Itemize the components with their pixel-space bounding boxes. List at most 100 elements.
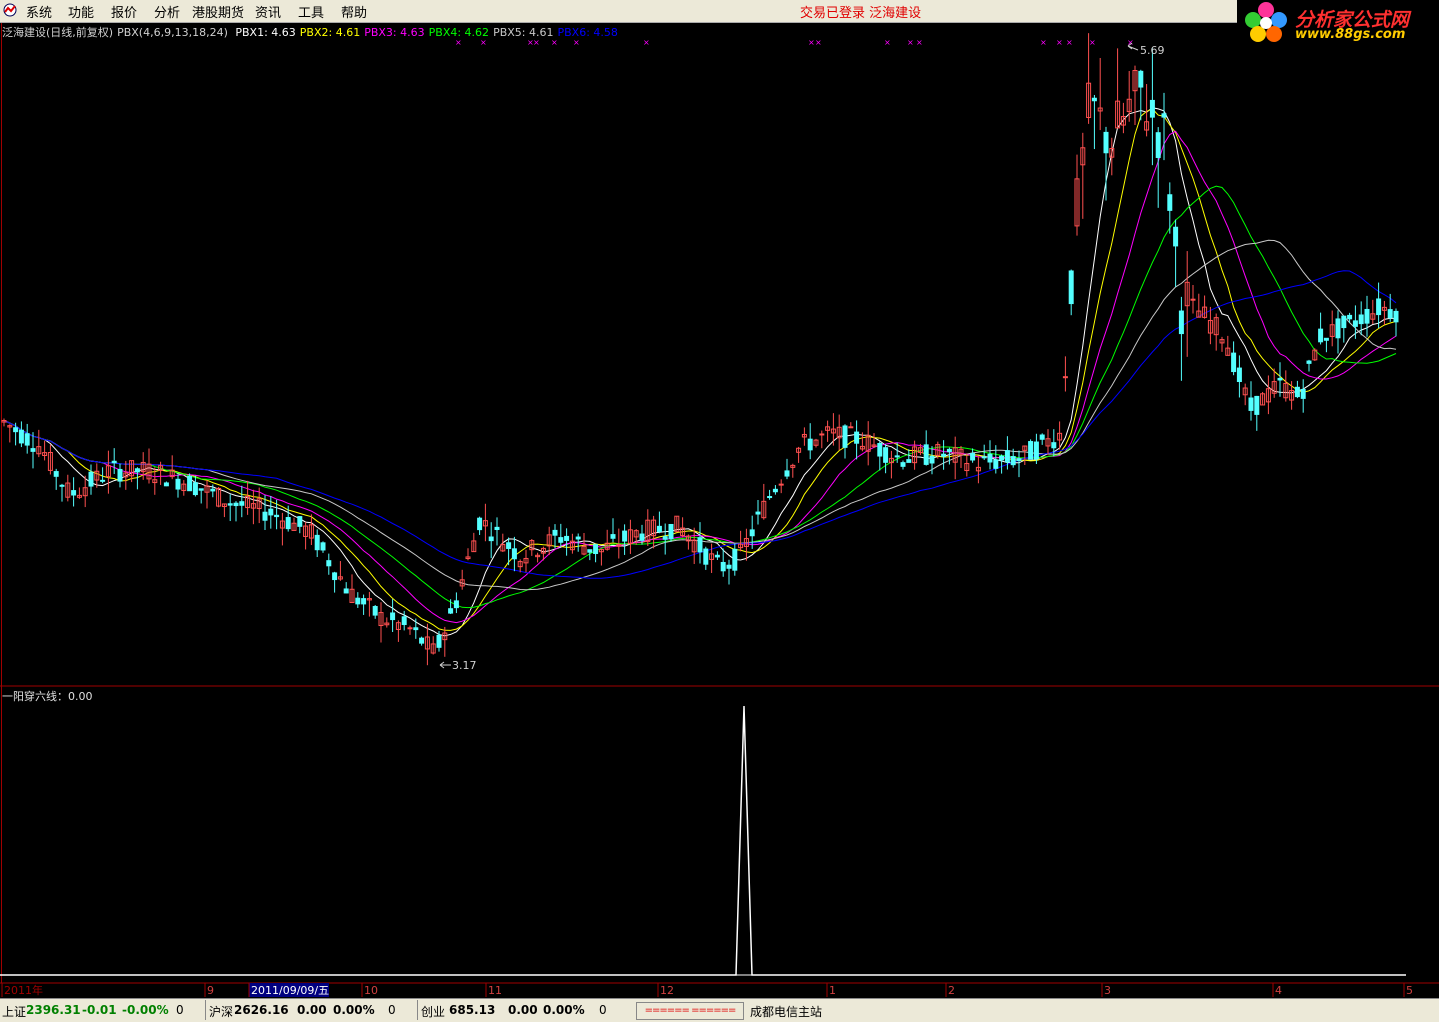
candle-body [1103,131,1109,154]
menu-news[interactable]: 资讯 [255,2,281,21]
candle-body [361,598,367,605]
sub-indicator-label: 一阳穿六线：0.00 [2,690,93,703]
stock-title: 泛海建设(日线,前复权) [2,26,114,39]
low-arrow-icon [439,661,451,669]
candle-body [558,537,564,543]
candle-body [1028,441,1034,460]
sh-index-name[interactable]: 上证 [2,1003,26,1020]
candle-body [390,612,396,621]
app-logo-icon [3,3,17,17]
time-label: 4 [1275,984,1282,997]
candle-body [749,529,755,537]
candle-body [772,488,778,493]
candle-body [970,453,976,461]
candle-body [1068,270,1074,305]
candle-body [13,427,19,433]
candle-body [662,536,668,540]
signal-marker: × [808,38,815,47]
candle-body [59,484,65,487]
low-price-label: 3.17 [452,659,477,672]
candle-body [622,530,628,542]
hs-index-name[interactable]: 沪深 [209,1003,233,1020]
menu-function[interactable]: 功能 [68,2,94,21]
candle-body [134,468,140,473]
candle-body [993,459,999,469]
candle-body [1167,194,1173,211]
candle-body [1091,97,1097,102]
candle-body [1352,320,1358,327]
candle-body [1277,377,1283,381]
hs-index-pct: 0.00% [333,1003,375,1017]
sh-index-pct: -0.00% [122,1003,169,1017]
time-label: 9 [207,984,214,997]
candle-body [1161,113,1167,118]
candle-body [981,456,987,459]
menu-quote[interactable]: 报价 [111,2,137,21]
candle-body [639,533,645,541]
signal-marker: × [1056,38,1063,47]
menu-analysis[interactable]: 分析 [154,2,180,21]
time-label: 3 [1104,984,1111,997]
cy-index-vol: 0 [599,1003,607,1017]
signal-marker: × [1066,38,1073,47]
menu-system[interactable]: 系统 [26,2,52,21]
price-extremes: 5.69 3.17 [439,42,1165,672]
candle-body [401,616,407,626]
candle-body [448,608,454,614]
candle-body [1306,360,1312,364]
candle-body [923,444,929,465]
menu-tools[interactable]: 工具 [298,2,324,21]
menu-hk-futures[interactable]: 港股期货 [192,2,244,21]
formula-name: PBX(4,6,9,13,18,24) [117,26,228,39]
candle-body [488,536,494,542]
hs-index-vol: 0 [388,1003,396,1017]
menu-help[interactable]: 帮助 [341,2,367,21]
candle-body [24,433,30,446]
signal-marker: × [1089,38,1096,47]
sh-index-vol: 0 [176,1003,184,1017]
candle-body [697,537,703,553]
cy-index-name[interactable]: 创业 [421,1003,445,1020]
candle-body [262,511,268,521]
candle-body [175,478,181,490]
candle-body [726,564,732,569]
candle-body [1347,314,1353,320]
candle-body [1341,315,1347,329]
pbx1-value: PBX1: 4.63 [235,26,296,39]
candle-body [703,548,709,565]
time-label: 5 [1406,984,1413,997]
candle-body [1364,308,1370,324]
signal-marker: × [643,38,650,47]
server-name[interactable]: 成都电信主站 [750,1003,822,1020]
candle-body [1190,298,1196,301]
candle-body [1173,226,1179,247]
candle-body [210,488,216,492]
candle-body [53,471,59,477]
candle-body [274,514,280,518]
candle-body [268,508,274,516]
candle-body [842,425,848,448]
candle-body [494,526,500,530]
candle-body [656,525,662,533]
candle-body [767,496,773,499]
time-label: 12 [660,984,674,997]
time-label: 2011年 [4,983,43,997]
candle-body [946,448,952,453]
kline-chart[interactable]: × × × × × × × × × × × × × × × × × 5.69 3.17 2011年 9 2011/0… [0,23,1439,998]
candle-body [929,455,935,464]
candle-body [668,523,674,540]
candle-body [1294,386,1300,398]
cy-index-price: 685.13 [449,1003,496,1017]
candle-body [511,548,517,560]
candle-body [413,627,419,631]
candle-body [239,501,245,506]
candle-body [720,561,726,572]
candle-body [1254,395,1260,415]
signal-marker: × [1040,38,1047,47]
connection-indicator: ====== ====== [636,1002,744,1020]
candle-body [1033,441,1039,460]
candle-body [1231,352,1237,373]
candle-body [419,637,425,644]
candle-body [117,468,123,482]
status-bar: 上证 2396.31 -0.01 -0.00% 0 沪深 2626.16 0.0… [0,998,1439,1022]
